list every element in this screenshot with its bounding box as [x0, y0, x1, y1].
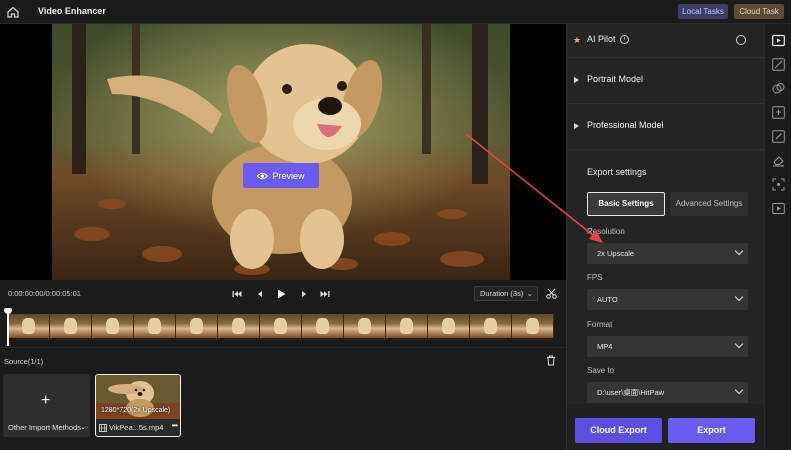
- duration-select[interactable]: Duration (3s) ⌄: [474, 286, 538, 301]
- filmstrip-frame: [92, 314, 134, 338]
- filmstrip-frame: [134, 314, 176, 338]
- brush-tool-icon[interactable]: [772, 58, 785, 71]
- tab-basic-settings[interactable]: Basic Settings: [587, 192, 665, 216]
- filmstrip-frame: [470, 314, 512, 338]
- chevron-down-icon[interactable]: ⌄: [80, 423, 86, 431]
- skip-back-icon[interactable]: [231, 288, 243, 300]
- preview-button[interactable]: Preview: [243, 163, 319, 188]
- star-icon: ★: [573, 35, 582, 45]
- skip-forward-icon[interactable]: [319, 288, 331, 300]
- duration-label: Duration (3s): [480, 289, 524, 298]
- cloud-task-button[interactable]: Cloud Task: [734, 4, 784, 19]
- fps-select[interactable]: AUTO: [587, 289, 748, 310]
- frame-select-tool-icon[interactable]: [772, 178, 785, 191]
- portrait-model-label: Portrait Model: [587, 74, 644, 84]
- filmstrip-frame: [176, 314, 218, 338]
- ai-pilot-row[interactable]: ★ AI Pilot i: [567, 24, 765, 58]
- tab-advanced-settings[interactable]: Advanced Settings: [670, 192, 748, 216]
- filmstrip-frame: [302, 314, 344, 338]
- info-icon[interactable]: i: [620, 35, 629, 44]
- expand-arrow-icon: [574, 77, 579, 83]
- fps-value: AUTO: [597, 295, 618, 304]
- video-frame: [52, 24, 510, 280]
- app-title: Video Enhancer: [38, 6, 106, 16]
- import-methods-label[interactable]: Other Import Methods: [8, 423, 81, 432]
- prev-frame-icon[interactable]: [254, 288, 266, 300]
- save-to-value: D:\user\桌面\HitPaw: [597, 388, 665, 397]
- source-title: Source(1/1): [4, 357, 44, 366]
- filmstrip-frame: [50, 314, 92, 338]
- filmstrip-frame: [260, 314, 302, 338]
- filmstrip-frame: [428, 314, 470, 338]
- cloud-export-button[interactable]: Cloud Export: [575, 418, 662, 443]
- eye-icon: [257, 172, 269, 179]
- timeline: [0, 308, 566, 348]
- video-resolution: 1280*720(2x Upscale): [101, 407, 171, 414]
- trash-icon[interactable]: [546, 355, 556, 366]
- video-preview-area: Preview: [0, 24, 566, 280]
- more-options-icon[interactable]: •••: [172, 421, 178, 430]
- tool-rail: [764, 24, 791, 450]
- export-button[interactable]: Export: [668, 418, 755, 443]
- video-filename: VikPea...5s.mp4: [109, 423, 164, 432]
- fps-label: FPS: [587, 273, 603, 282]
- chevron-down-icon: [734, 385, 744, 395]
- professional-model-section[interactable]: Professional Model: [567, 104, 765, 150]
- ai-pilot-label: AI Pilot: [587, 34, 616, 44]
- play-icon[interactable]: [275, 288, 287, 300]
- video-card[interactable]: 1280*720(2x Upscale) VikPea...5s.mp4 •••: [95, 374, 181, 437]
- film-icon: [99, 424, 107, 432]
- timecode: 0:00:00:00/0:00:05:01: [8, 289, 81, 298]
- filmstrip-frame: [512, 314, 554, 338]
- home-icon[interactable]: [6, 5, 20, 19]
- filmstrip-frame: [386, 314, 428, 338]
- next-frame-icon[interactable]: [298, 288, 310, 300]
- professional-model-label: Professional Model: [587, 120, 664, 130]
- save-to-label: Save to: [587, 366, 615, 375]
- format-select[interactable]: MP4: [587, 336, 748, 357]
- scissors-icon[interactable]: [546, 288, 557, 299]
- format-value: MP4: [597, 342, 613, 351]
- chevron-down-icon: [734, 246, 744, 256]
- resolution-select[interactable]: 2x Upscale: [587, 243, 748, 264]
- resolution-value: 2x Upscale: [597, 249, 635, 258]
- edit-tool-icon[interactable]: [772, 130, 785, 143]
- colorize-tool-icon[interactable]: [772, 82, 785, 95]
- expand-arrow-icon: [574, 123, 579, 129]
- filmstrip[interactable]: [8, 314, 554, 338]
- top-bar: Video Enhancer Local Tasks Cloud Task: [0, 0, 791, 24]
- save-to-select[interactable]: D:\user\桌面\HitPaw: [587, 382, 748, 403]
- preview-button-label: Preview: [272, 170, 305, 181]
- chevron-down-icon: [734, 292, 744, 302]
- filmstrip-frame: [8, 314, 50, 338]
- portrait-model-section[interactable]: Portrait Model: [567, 58, 765, 104]
- playhead[interactable]: [4, 308, 12, 346]
- export-bar: Cloud Export Export: [567, 404, 765, 450]
- transport-bar: 0:00:00:00/0:00:05:01 Duration (3s) ⌄: [0, 280, 566, 308]
- filmstrip-frame: [344, 314, 386, 338]
- video-add-tool-icon[interactable]: [772, 202, 785, 215]
- settings-panel: ★ AI Pilot i Portrait Model Professional…: [566, 24, 765, 450]
- eraser-tool-icon[interactable]: [772, 154, 785, 167]
- plus-icon: +: [41, 392, 51, 409]
- export-settings-title: Export settings: [587, 167, 647, 177]
- format-label: Format: [587, 320, 613, 329]
- chevron-down-icon: [734, 339, 744, 349]
- filmstrip-frame: [218, 314, 260, 338]
- resolution-label: Resolution: [587, 227, 625, 236]
- frame-tool-icon[interactable]: [772, 106, 785, 119]
- source-panel: Source(1/1) + Other Import Methods ⌄ 128…: [0, 349, 566, 450]
- import-card[interactable]: + Other Import Methods ⌄: [3, 374, 90, 437]
- video-enhance-tool-icon[interactable]: [772, 34, 785, 47]
- local-tasks-button[interactable]: Local Tasks: [678, 4, 728, 19]
- ai-pilot-radio[interactable]: [736, 35, 746, 45]
- chevron-down-icon: ⌄: [526, 289, 533, 298]
